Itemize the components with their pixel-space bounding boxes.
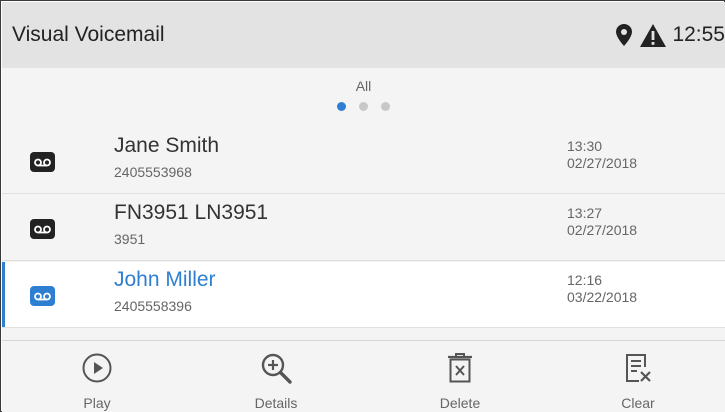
title-bar: Visual Voicemail 12:55 (2, 2, 725, 68)
page-dot-active[interactable] (337, 102, 346, 111)
message-time: 13:30 (567, 138, 603, 154)
clear-list-icon (578, 349, 698, 387)
caller-name: FN3951 LN3951 (114, 201, 269, 224)
trash-icon (400, 349, 520, 387)
page-dot[interactable] (381, 102, 390, 111)
play-icon (37, 349, 157, 387)
play-button[interactable]: Play (37, 341, 157, 412)
caller-number: 2405553968 (114, 164, 192, 180)
message-date: 03/22/2018 (567, 289, 638, 305)
folder-label: All (355, 78, 372, 94)
softkey-bar: Play Details Delete Clear (2, 340, 725, 412)
clear-label: Clear (621, 395, 655, 411)
warning-icon (640, 23, 667, 47)
play-label: Play (83, 395, 111, 411)
voicemail-row[interactable]: Jane Smith 2405553968 13:30 02/27/2018 (2, 128, 725, 194)
caller-name: Jane Smith (114, 134, 220, 157)
delete-label: Delete (439, 395, 481, 411)
details-button[interactable]: Details (216, 341, 336, 412)
caller-name: John Miller (114, 268, 216, 291)
status-area: 12:55 (616, 2, 725, 68)
voicemail-icon (30, 219, 55, 239)
page-dot[interactable] (359, 102, 368, 111)
phone-screen: Visual Voicemail 12:55 All Jane Smith 24… (0, 0, 725, 412)
location-pin-icon (616, 24, 633, 46)
zoom-in-icon (216, 349, 336, 387)
voicemail-row[interactable]: FN3951 LN3951 3951 13:27 02/27/2018 (2, 195, 725, 261)
caller-number: 3951 (114, 231, 146, 247)
voicemail-icon (30, 286, 55, 306)
voicemail-row-selected[interactable]: John Miller 2405558396 12:16 03/22/2018 (2, 262, 725, 328)
voicemail-list-area: All Jane Smith 2405553968 13:30 02/27/20… (2, 68, 725, 340)
message-date: 02/27/2018 (567, 222, 638, 238)
message-time: 13:27 (567, 205, 603, 221)
voicemail-icon (30, 152, 55, 172)
clock: 12:55 (672, 23, 725, 46)
message-time: 12:16 (567, 272, 603, 288)
screen-title: Visual Voicemail (12, 23, 165, 46)
folder-filter[interactable]: All (2, 68, 725, 128)
message-date: 02/27/2018 (567, 155, 638, 171)
page-indicator (2, 102, 725, 111)
clear-button[interactable]: Clear (578, 341, 698, 412)
details-label: Details (254, 395, 298, 411)
caller-number: 2405558396 (114, 298, 192, 314)
delete-button[interactable]: Delete (400, 341, 520, 412)
